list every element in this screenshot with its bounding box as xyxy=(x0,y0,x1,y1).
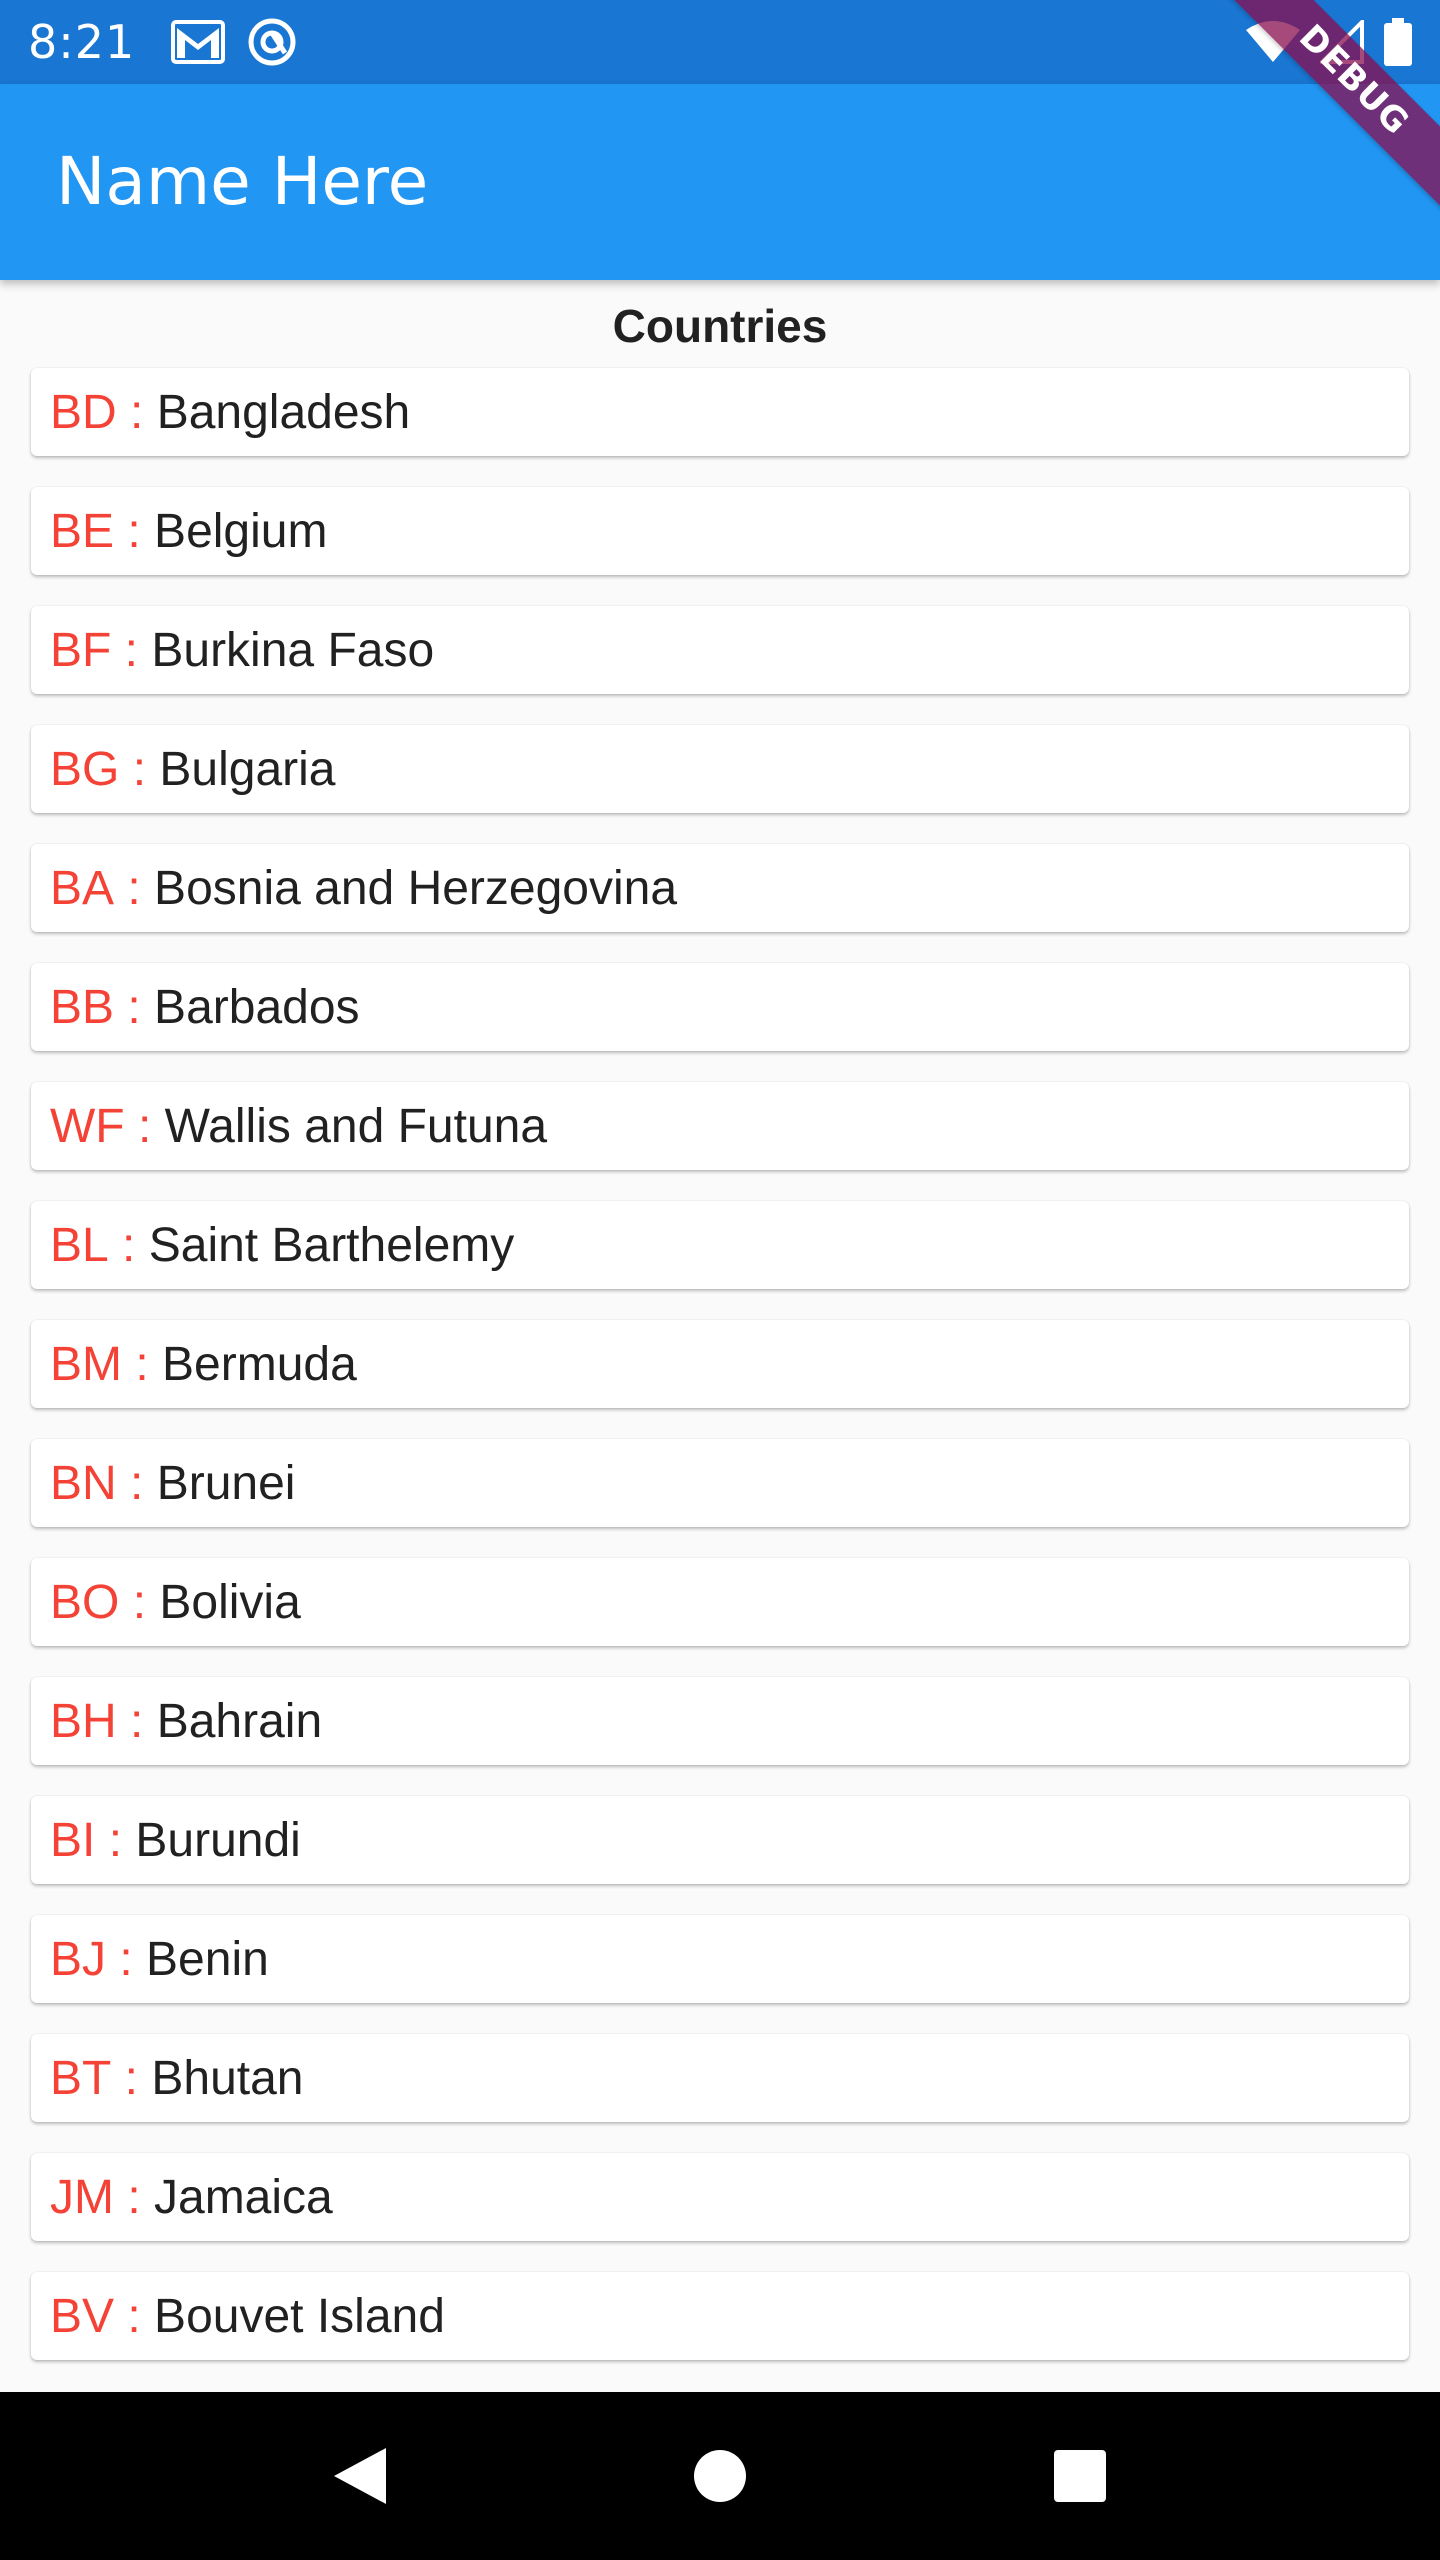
status-left-icons xyxy=(171,17,319,67)
home-icon xyxy=(694,2450,746,2502)
country-card[interactable]: BV : Bouvet Island xyxy=(31,2272,1409,2360)
country-code: BV xyxy=(50,2289,115,2343)
country-name: Bosnia and Herzegovina xyxy=(154,861,678,915)
code-separator: : xyxy=(119,742,160,796)
code-separator: : xyxy=(122,1337,163,1391)
country-code: BJ xyxy=(50,1932,107,1986)
country-name: Bahrain xyxy=(156,1694,323,1748)
country-name: Benin xyxy=(146,1932,269,1986)
country-code: WF xyxy=(50,1099,125,1153)
code-separator: : xyxy=(116,385,157,439)
code-separator: : xyxy=(124,1099,165,1153)
country-code: BA xyxy=(50,861,115,915)
code-separator: : xyxy=(113,2170,154,2224)
code-separator: : xyxy=(116,1456,157,1510)
app-bar: Name Here xyxy=(0,84,1440,280)
gmail-icon xyxy=(171,20,226,64)
code-separator: : xyxy=(111,2051,152,2105)
cell-signal-icon xyxy=(1320,20,1364,64)
app-title: Name Here xyxy=(56,143,429,220)
country-code: BT xyxy=(50,2051,112,2105)
recents-icon xyxy=(1054,2450,1106,2502)
code-separator: : xyxy=(111,623,152,677)
wifi-icon xyxy=(1246,20,1300,64)
country-code: BG xyxy=(50,742,120,796)
country-code: BH xyxy=(50,1694,117,1748)
country-card[interactable]: BL : Saint Barthelemy xyxy=(31,1201,1409,1289)
status-bar: 8:21 xyxy=(0,0,1440,84)
country-name: Bangladesh xyxy=(156,385,411,439)
country-name: Brunei xyxy=(156,1456,296,1510)
country-name: Bulgaria xyxy=(159,742,336,796)
country-code: BF xyxy=(50,623,112,677)
country-card[interactable]: WF : Wallis and Futuna xyxy=(31,1082,1409,1170)
code-separator: : xyxy=(114,980,155,1034)
navigation-bar xyxy=(0,2392,1440,2560)
country-name: Bhutan xyxy=(151,2051,304,2105)
country-card[interactable]: BI : Burundi xyxy=(31,1796,1409,1884)
status-right-icons xyxy=(1226,0,1412,84)
country-name: Bermuda xyxy=(162,1337,357,1391)
country-code: BO xyxy=(50,1575,120,1629)
country-name: Bolivia xyxy=(159,1575,301,1629)
country-list: BD : Bangladesh BE : Belgium BF : Burkina … xyxy=(31,368,1409,2360)
country-card[interactable]: BG : Bulgaria xyxy=(31,725,1409,813)
code-separator: : xyxy=(114,2289,155,2343)
country-code: BM xyxy=(50,1337,122,1391)
country-card[interactable]: BF : Burkina Faso xyxy=(31,606,1409,694)
code-separator: : xyxy=(108,1218,149,1272)
country-card[interactable]: JM : Jamaica xyxy=(31,2153,1409,2241)
country-name: Belgium xyxy=(154,504,328,558)
content-area: Countries BD : Bangladesh BE : Belgium BF … xyxy=(0,280,1440,2392)
country-name: Wallis and Futuna xyxy=(164,1099,548,1153)
status-time: 8:21 xyxy=(28,15,136,69)
country-name: Barbados xyxy=(154,980,360,1034)
country-card[interactable]: BB : Barbados xyxy=(31,963,1409,1051)
country-code: BB xyxy=(50,980,115,1034)
country-card[interactable]: BD : Bangladesh xyxy=(31,368,1409,456)
country-card[interactable]: BH : Bahrain xyxy=(31,1677,1409,1765)
code-separator: : xyxy=(106,1932,147,1986)
country-code: BL xyxy=(50,1218,109,1272)
code-separator: : xyxy=(114,861,155,915)
recents-button[interactable] xyxy=(1020,2416,1140,2536)
back-icon xyxy=(334,2448,386,2504)
country-card[interactable]: BO : Bolivia xyxy=(31,1558,1409,1646)
code-separator: : xyxy=(116,1694,157,1748)
country-name: Burkina Faso xyxy=(151,623,435,677)
country-code: BD xyxy=(50,385,117,439)
country-code: BN xyxy=(50,1456,117,1510)
home-button[interactable] xyxy=(660,2416,780,2536)
country-card[interactable]: BJ : Benin xyxy=(31,1915,1409,2003)
country-card[interactable]: BN : Brunei xyxy=(31,1439,1409,1527)
country-code: BE xyxy=(50,504,115,558)
country-name: Bouvet Island xyxy=(154,2289,445,2343)
country-name: Saint Barthelemy xyxy=(148,1218,515,1272)
code-separator: : xyxy=(119,1575,160,1629)
country-name: Burundi xyxy=(135,1813,301,1867)
country-card[interactable]: BT : Bhutan xyxy=(31,2034,1409,2122)
country-code: BI xyxy=(50,1813,96,1867)
list-title: Countries xyxy=(612,300,828,352)
country-code: JM xyxy=(50,2170,114,2224)
code-separator: : xyxy=(95,1813,136,1867)
country-card[interactable]: BA : Bosnia and Herzegovina xyxy=(31,844,1409,932)
country-card[interactable]: BE : Belgium xyxy=(31,487,1409,575)
battery-icon xyxy=(1384,18,1412,66)
country-card[interactable]: BM : Bermuda xyxy=(31,1320,1409,1408)
sync-icon xyxy=(247,17,297,67)
back-button[interactable] xyxy=(300,2416,420,2536)
code-separator: : xyxy=(114,504,155,558)
country-name: Jamaica xyxy=(154,2170,333,2224)
